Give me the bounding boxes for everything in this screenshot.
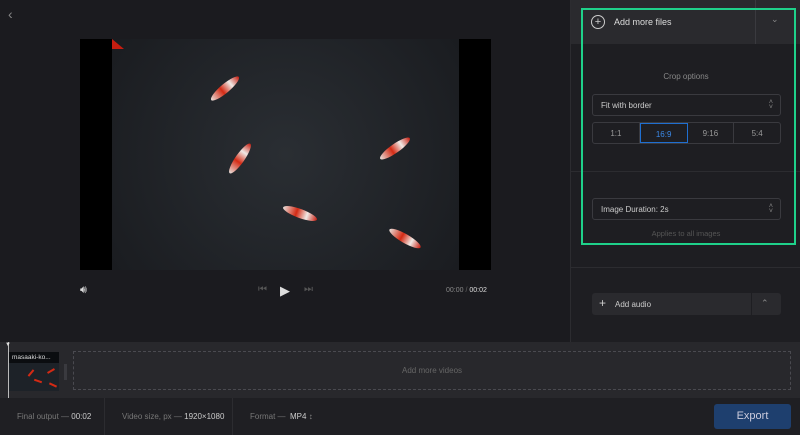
volume-icon[interactable]: 🔊︎ [80,284,87,297]
export-button[interactable]: Export [714,404,791,429]
video-size-label: Video size, px — [122,412,182,421]
skip-forward-icon[interactable]: ⏭︎ [304,284,313,295]
settings-panel: + Add more files ⌄ Crop options Fit with… [570,0,800,342]
video-size-info: Video size, px — 1920×1080 [122,412,224,421]
time-separator: / [465,287,468,294]
current-time: 00:00 [446,287,464,294]
format-value: MP4 [290,412,307,421]
updown-icon: ↕ [308,412,313,421]
plus-icon: + [599,296,607,310]
back-icon[interactable]: ‹ [8,6,13,22]
video-preview [80,39,491,270]
format-label: Format — [250,412,286,421]
format-select[interactable]: Format — MP4 ↕ [250,412,313,421]
play-icon[interactable]: ▶︎ [280,283,290,299]
video-size-value: 1920×1080 [184,412,225,421]
add-audio-button[interactable]: + Add audio ⌃ [592,293,781,315]
preview-image [112,39,459,270]
footer-bar: Final output — 00:02 Video size, px — 19… [0,398,800,435]
timeline: ▼ masaaki-ko... Add more videos [0,342,800,398]
add-more-videos-dropzone[interactable]: Add more videos [73,351,791,390]
final-output-value: 00:02 [71,412,92,421]
skip-back-icon[interactable]: ⏮︎ [258,284,267,295]
add-videos-label: Add more videos [401,366,463,375]
chevron-up-icon[interactable]: ⌃ [761,298,769,309]
final-output-label: Final output — [17,412,70,421]
final-output-info: Final output — 00:02 [17,412,91,421]
clip-thumbnail[interactable]: masaaki-ko... [9,352,59,391]
clip-trim-handle[interactable] [64,364,67,380]
total-time: 00:02 [469,287,487,294]
clip-name: masaaki-ko... [9,352,59,363]
highlight-box [581,8,796,245]
add-audio-label: Add audio [615,300,652,309]
